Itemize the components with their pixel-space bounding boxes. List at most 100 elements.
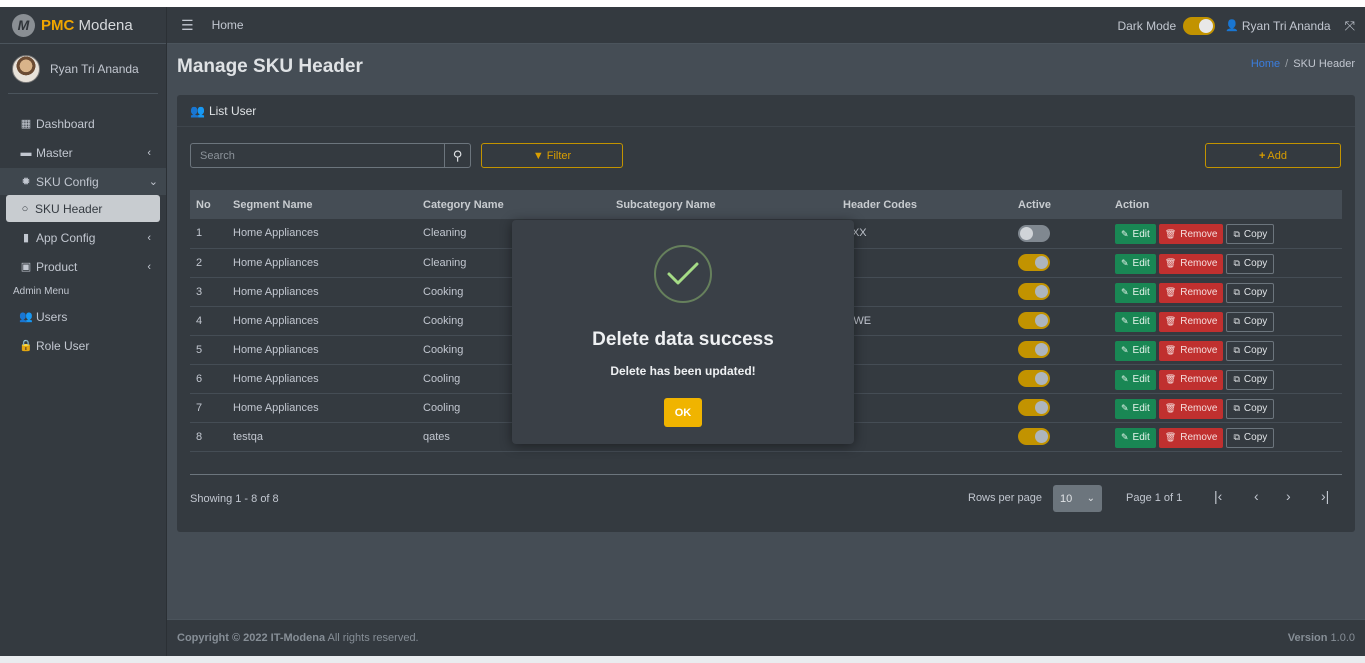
sidebar-item-master[interactable]: ▬ Master ‹ [7,139,159,166]
cell-segment-name: Home Appliances [233,256,319,269]
active-toggle[interactable] [1018,254,1050,271]
sidebar-item-sku-header[interactable]: ○ SKU Header [6,195,160,222]
sidebar-item-users[interactable]: 👥 Users [7,303,159,330]
table-divider [190,474,1342,475]
users-icon: 👥 [190,103,205,118]
active-toggle[interactable] [1018,399,1050,416]
edit-icon: ✎ [1121,287,1129,297]
copy-button[interactable]: ⧉ Copy [1226,369,1275,390]
active-toggle[interactable] [1018,370,1050,387]
rows-per-page-select[interactable]: 10 ⌄ [1053,485,1102,512]
copy-button-label: Copy [1243,258,1268,269]
chevron-left-icon: ‹ [147,231,151,244]
copy-icon: ⧉ [1233,374,1240,384]
copy-button-label: Copy [1243,316,1268,327]
add-button[interactable]: + Add [1205,143,1341,168]
edit-button[interactable]: ✎ Edit [1115,224,1156,245]
filter-button[interactable]: ▼ Filter [481,143,623,168]
fullscreen-icon[interactable]: ⤧ [1345,18,1355,34]
breadcrumb-home-link[interactable]: Home [1251,58,1280,70]
copy-button-label: Copy [1243,287,1268,298]
edit-button[interactable]: ✎ Edit [1115,398,1156,419]
copy-button[interactable]: ⧉ Copy [1226,282,1275,303]
footer-version-value: 1.0.0 [1327,632,1355,644]
copy-button-label: Copy [1243,228,1268,240]
sidebar-item-app-config[interactable]: ▮ App Config ‹ [7,224,159,251]
remove-button-label: Remove [1180,258,1218,269]
footer: Copyright © 2022 IT-Modena All rights re… [167,619,1365,656]
trash-icon: 🗑 [1164,403,1177,413]
active-toggle[interactable] [1018,224,1050,242]
cell-active [1012,306,1109,335]
brand-rest: Modena [74,16,133,34]
column-header-category[interactable]: Category Name [417,190,610,219]
hamburger-icon[interactable]: ☰ [181,17,194,34]
copy-button[interactable]: ⧉ Copy [1226,224,1275,245]
sidebar-item-label: App Config [36,230,96,245]
copy-button[interactable]: ⧉ Copy [1226,253,1275,274]
active-toggle[interactable] [1018,283,1050,300]
edit-button[interactable]: ✎ Edit [1115,253,1156,274]
copy-button[interactable]: ⧉ Copy [1226,427,1275,448]
sidebar-section-header: Admin Menu [13,286,70,297]
edit-button-label: Edit [1132,374,1150,385]
remove-button[interactable]: 🗑 Remove [1158,369,1224,390]
dark-mode-label: Dark Mode [1117,18,1177,33]
sidebar-item-role-user[interactable]: 🔒 Role User [7,332,159,359]
column-header-no[interactable]: No [190,190,227,219]
filter-icon: ▼ [532,149,544,162]
sidebar-user-panel[interactable]: Ryan Tri Ananda [8,44,158,94]
copy-icon: ⧉ [1233,258,1240,268]
edit-button[interactable]: ✎ Edit [1115,340,1156,361]
success-modal: Delete data success Delete has been upda… [512,220,854,444]
showing-text: Showing 1 - 8 of 8 [190,493,279,505]
topnav-home-link[interactable]: Home [212,18,244,32]
copy-button[interactable]: ⧉ Copy [1226,398,1275,419]
sidebar-item-product[interactable]: ▣ Product ‹ [7,253,159,280]
footer-copyright-strong: Copyright © 2022 IT-Modena [177,632,326,644]
first-page-icon[interactable]: |‹ [1214,488,1222,504]
sidebar-item-dashboard[interactable]: ▦ Dashboard [7,110,159,137]
search-input[interactable] [191,144,441,167]
remove-button[interactable]: 🗑 Remove [1158,398,1224,419]
cell-segment-name: Home Appliances [233,227,319,240]
filter-button-label: Filter [546,149,572,162]
copy-button[interactable]: ⧉ Copy [1226,311,1275,332]
remove-button[interactable]: 🗑 Remove [1158,311,1224,332]
edit-button[interactable]: ✎ Edit [1115,282,1156,303]
prev-page-icon[interactable]: ‹ [1254,488,1259,504]
active-toggle[interactable] [1018,341,1050,358]
copy-icon: ⧉ [1233,287,1240,297]
users-icon: 👥 [19,311,33,323]
modal-ok-button[interactable]: OK [664,398,702,427]
column-header-header-codes[interactable]: Header Codes [837,190,1012,219]
topbar: ☰ Home Dark Mode 👤 Ryan Tri Ananda ⤧ [167,7,1365,44]
remove-button[interactable]: 🗑 Remove [1158,224,1224,245]
edit-button[interactable]: ✎ Edit [1115,369,1156,390]
remove-button[interactable]: 🗑 Remove [1158,340,1224,361]
edit-button[interactable]: ✎ Edit [1115,427,1156,448]
next-page-icon[interactable]: › [1286,488,1291,504]
remove-button[interactable]: 🗑 Remove [1158,282,1224,303]
remove-button[interactable]: 🗑 Remove [1158,253,1224,274]
remove-button[interactable]: 🗑 Remove [1158,427,1224,448]
active-toggle[interactable] [1018,428,1050,445]
last-page-icon[interactable]: ›| [1321,488,1329,504]
rows-per-page-value: 10 [1060,492,1073,505]
sidebar-user-name: Ryan Tri Ananda [50,61,139,76]
edit-button[interactable]: ✎ Edit [1115,311,1156,332]
active-toggle[interactable] [1018,312,1050,329]
column-header-active[interactable]: Active [1012,190,1109,219]
copy-button-label: Copy [1243,432,1268,443]
topbar-user-name[interactable]: Ryan Tri Ananda [1242,19,1331,33]
column-header-segment[interactable]: Segment Name [227,190,417,219]
edit-button-label: Edit [1132,287,1150,298]
dark-mode-toggle[interactable] [1183,16,1216,35]
brand-link[interactable]: M PMC Modena [0,7,166,44]
copy-button[interactable]: ⧉ Copy [1226,340,1275,361]
column-header-subcategory[interactable]: Subcategory Name [610,190,837,219]
sidebar-item-sku-config[interactable]: ✹ SKU Config ⌄ [0,168,166,195]
search-icon[interactable]: ⚲ [444,144,470,167]
cell-no: 5 [196,343,203,356]
edit-button-label: Edit [1132,432,1150,443]
